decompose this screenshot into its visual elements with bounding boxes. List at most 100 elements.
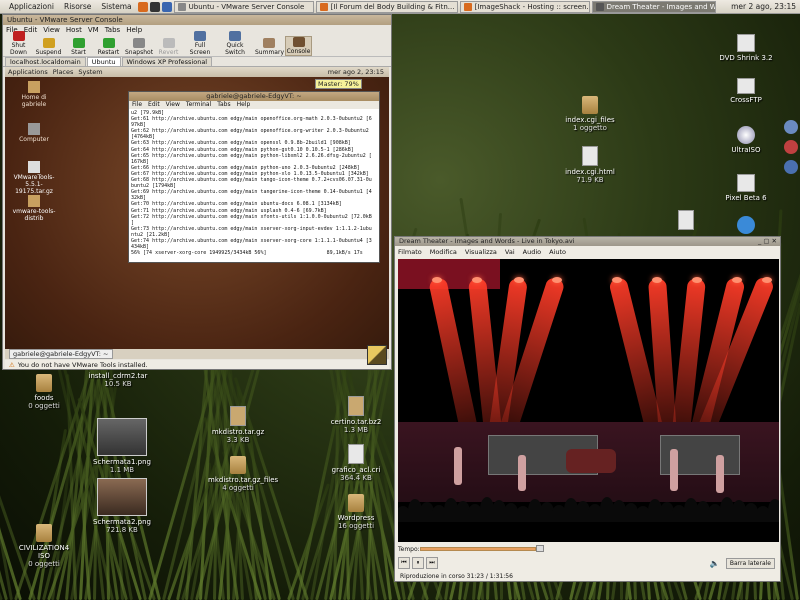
guest-taskbar: gabriele@gabriele-EdgyVT: ~	[5, 349, 389, 359]
vmware-titlebar[interactable]: Ubuntu - VMware Server Console	[3, 15, 391, 25]
quickswitch-button[interactable]: Quick Switch	[218, 31, 252, 56]
totem-menu-audio[interactable]: Audio	[523, 248, 541, 256]
term-menu-tabs[interactable]: Tabs	[217, 101, 230, 109]
desktop-icon-wordpress[interactable]: Wordpress 16 oggetti	[326, 494, 386, 530]
audience-head	[768, 499, 779, 522]
restart-button[interactable]: Restart	[95, 38, 122, 56]
desktop-icon-schermata1[interactable]: Schermata1.png 1.1 MB	[92, 418, 152, 474]
system-menu[interactable]: Sistema	[96, 2, 136, 11]
network-icon[interactable]	[784, 120, 798, 134]
desktop-icon-mkdistro[interactable]: mkdistro.tar.gz 3.3 KB	[208, 406, 268, 444]
guest-icon-computer[interactable]: Computer	[9, 123, 59, 143]
totem-menu-modifica[interactable]: Modifica	[430, 248, 457, 256]
desktop-icon-grafico[interactable]: grafico_acl.cri 364.4 KB	[326, 444, 386, 482]
suspend-button[interactable]: Suspend	[35, 38, 62, 56]
desktop-icon-mkdistro-files[interactable]: mkdistro.tar.gz_files 4 oggetti	[208, 456, 278, 492]
task-forum[interactable]: [Il Forum del Body Building & Fitn...	[315, 0, 458, 13]
desktop-icon-blank[interactable]	[656, 210, 716, 232]
totem-menu-visualizza[interactable]: Visualizza	[465, 248, 497, 256]
desktop-icon-crossftp[interactable]: CrossFTP	[716, 78, 776, 104]
guest-places-menu[interactable]: Places	[53, 68, 74, 76]
menu-host[interactable]: Host	[66, 25, 82, 35]
desktop-icon-ultraiso[interactable]: UltraISO	[716, 126, 776, 154]
totem-titlebar[interactable]: Dream Theater - Images and Words - Live …	[395, 237, 780, 246]
screenshot-thumbnail	[97, 418, 147, 456]
seek-bar[interactable]	[420, 547, 536, 551]
task-imageshack[interactable]: [ImageShack - Hosting :: screen...	[459, 0, 590, 13]
desktop-icon-pixel[interactable]: Pixel Beta 6	[716, 174, 776, 202]
shutdown-button[interactable]: Shut Down	[5, 31, 32, 56]
desktop-icon-index-html[interactable]: index.cgi.html 71.9 KB	[560, 146, 620, 184]
terminal-titlebar[interactable]: gabriele@gabriele-EdgyVT: ~	[129, 92, 379, 101]
pause-button[interactable]: ⏸	[412, 557, 424, 569]
term-menu-view[interactable]: View	[166, 101, 180, 109]
term-menu-terminal[interactable]: Terminal	[186, 101, 211, 109]
start-button[interactable]: Start	[65, 38, 92, 56]
term-menu-help[interactable]: Help	[237, 101, 251, 109]
volume-icon[interactable]: 🔈	[710, 559, 720, 568]
screenshot-thumbnail	[97, 478, 147, 516]
tab-ubuntu[interactable]: Ubuntu	[86, 57, 121, 66]
totem-menu-vai[interactable]: Vai	[505, 248, 515, 256]
totem-statusbar: Riproduzione in corso 31:23 / 1:31:56	[400, 573, 513, 580]
firefox-icon[interactable]	[137, 1, 148, 12]
totem-menu-filmato[interactable]: Filmato	[398, 248, 422, 256]
desktop-icon-foods[interactable]: foods 0 oggetti	[14, 374, 74, 410]
stage-light	[432, 277, 442, 283]
guest-clock[interactable]: mer ago 2, 23:15	[328, 68, 384, 76]
next-button[interactable]: ⏭	[426, 557, 438, 569]
folder-icon	[348, 494, 364, 512]
revert-button[interactable]: Revert	[155, 38, 182, 56]
totem-window[interactable]: Dream Theater - Images and Words - Live …	[394, 236, 781, 582]
applications-menu[interactable]: Applicazioni	[4, 2, 59, 11]
terminal-icon[interactable]	[149, 1, 160, 12]
globe-icon[interactable]	[784, 160, 798, 174]
update-icon[interactable]	[784, 140, 798, 154]
previous-button[interactable]: ⏮	[398, 557, 410, 569]
menu-vm[interactable]: VM	[88, 25, 99, 35]
guest-icon-vmware-distrib[interactable]: vmware-tools-distrib	[9, 195, 59, 222]
computer-icon	[28, 123, 40, 135]
menu-help[interactable]: Help	[126, 25, 142, 35]
guest-task-terminal[interactable]: gabriele@gabriele-EdgyVT: ~	[9, 349, 113, 359]
side-applets	[784, 120, 800, 180]
workspace-switcher-icon[interactable]	[367, 345, 387, 365]
task-totem[interactable]: Dream Theater - Images and Wo...	[591, 0, 716, 13]
seek-handle[interactable]	[536, 545, 544, 552]
totem-menu-aiuto[interactable]: Aiuto	[549, 248, 566, 256]
help-icon[interactable]	[161, 1, 172, 12]
terminal-window[interactable]: gabriele@gabriele-EdgyVT: ~ File Edit Vi…	[128, 91, 380, 263]
snapshot-button[interactable]: Snapshot	[125, 38, 153, 56]
drum-kit	[566, 449, 616, 473]
tab-localhost[interactable]: localhost.localdomain	[5, 57, 86, 66]
tab-winxp[interactable]: Windows XP Professional	[121, 57, 213, 66]
desktop-icon-index-files[interactable]: index.cgi_files 1 oggetto	[560, 96, 620, 132]
sidebar-toggle-button[interactable]: Barra laterale	[725, 557, 775, 569]
terminal-output[interactable]: u2 [79.9kB] Get:61 http://archive.ubuntu…	[129, 109, 379, 262]
console-button[interactable]: Console	[285, 36, 312, 56]
desktop-icon-civ4[interactable]: CIVILIZATION4 ISO 0 oggetti	[14, 524, 74, 568]
places-menu[interactable]: Risorse	[59, 2, 96, 11]
window-controls[interactable]: _ ▢ ✕	[758, 237, 777, 246]
menu-tabs[interactable]: Tabs	[105, 25, 121, 35]
video-area[interactable]	[398, 259, 779, 542]
clock[interactable]: mer 2 ago, 23:15	[727, 2, 800, 11]
guest-system-menu[interactable]: System	[78, 68, 102, 76]
desktop-icon-dvdshrink[interactable]: DVD Shrink 3.2	[716, 34, 776, 62]
term-menu-file[interactable]: File	[132, 101, 142, 109]
menu-view[interactable]: View	[43, 25, 60, 35]
guest-icon-home[interactable]: Home di gabriele	[9, 81, 59, 108]
term-menu-edit[interactable]: Edit	[148, 101, 160, 109]
ie-icon[interactable]	[716, 216, 776, 236]
task-vmware[interactable]: Ubuntu - VMware Server Console	[173, 0, 314, 13]
guest-applications-menu[interactable]: Applications	[8, 68, 48, 76]
vmware-icon	[177, 2, 186, 11]
stage-light	[692, 277, 702, 283]
stage-light	[732, 277, 742, 283]
warning-icon: ⚠	[9, 360, 15, 369]
fullscreen-button[interactable]: Full Screen	[185, 31, 215, 56]
desktop-icon-certino[interactable]: certino.tar.bz2 1.3 MB	[326, 396, 386, 434]
guest-icon-vmwaretools[interactable]: VMwareTools-5.5.1-19175.tar.gz	[9, 161, 59, 195]
summary-button[interactable]: Summary	[255, 38, 284, 56]
desktop-icon-schermata2[interactable]: Schermata2.png 721.8 KB	[92, 478, 152, 534]
